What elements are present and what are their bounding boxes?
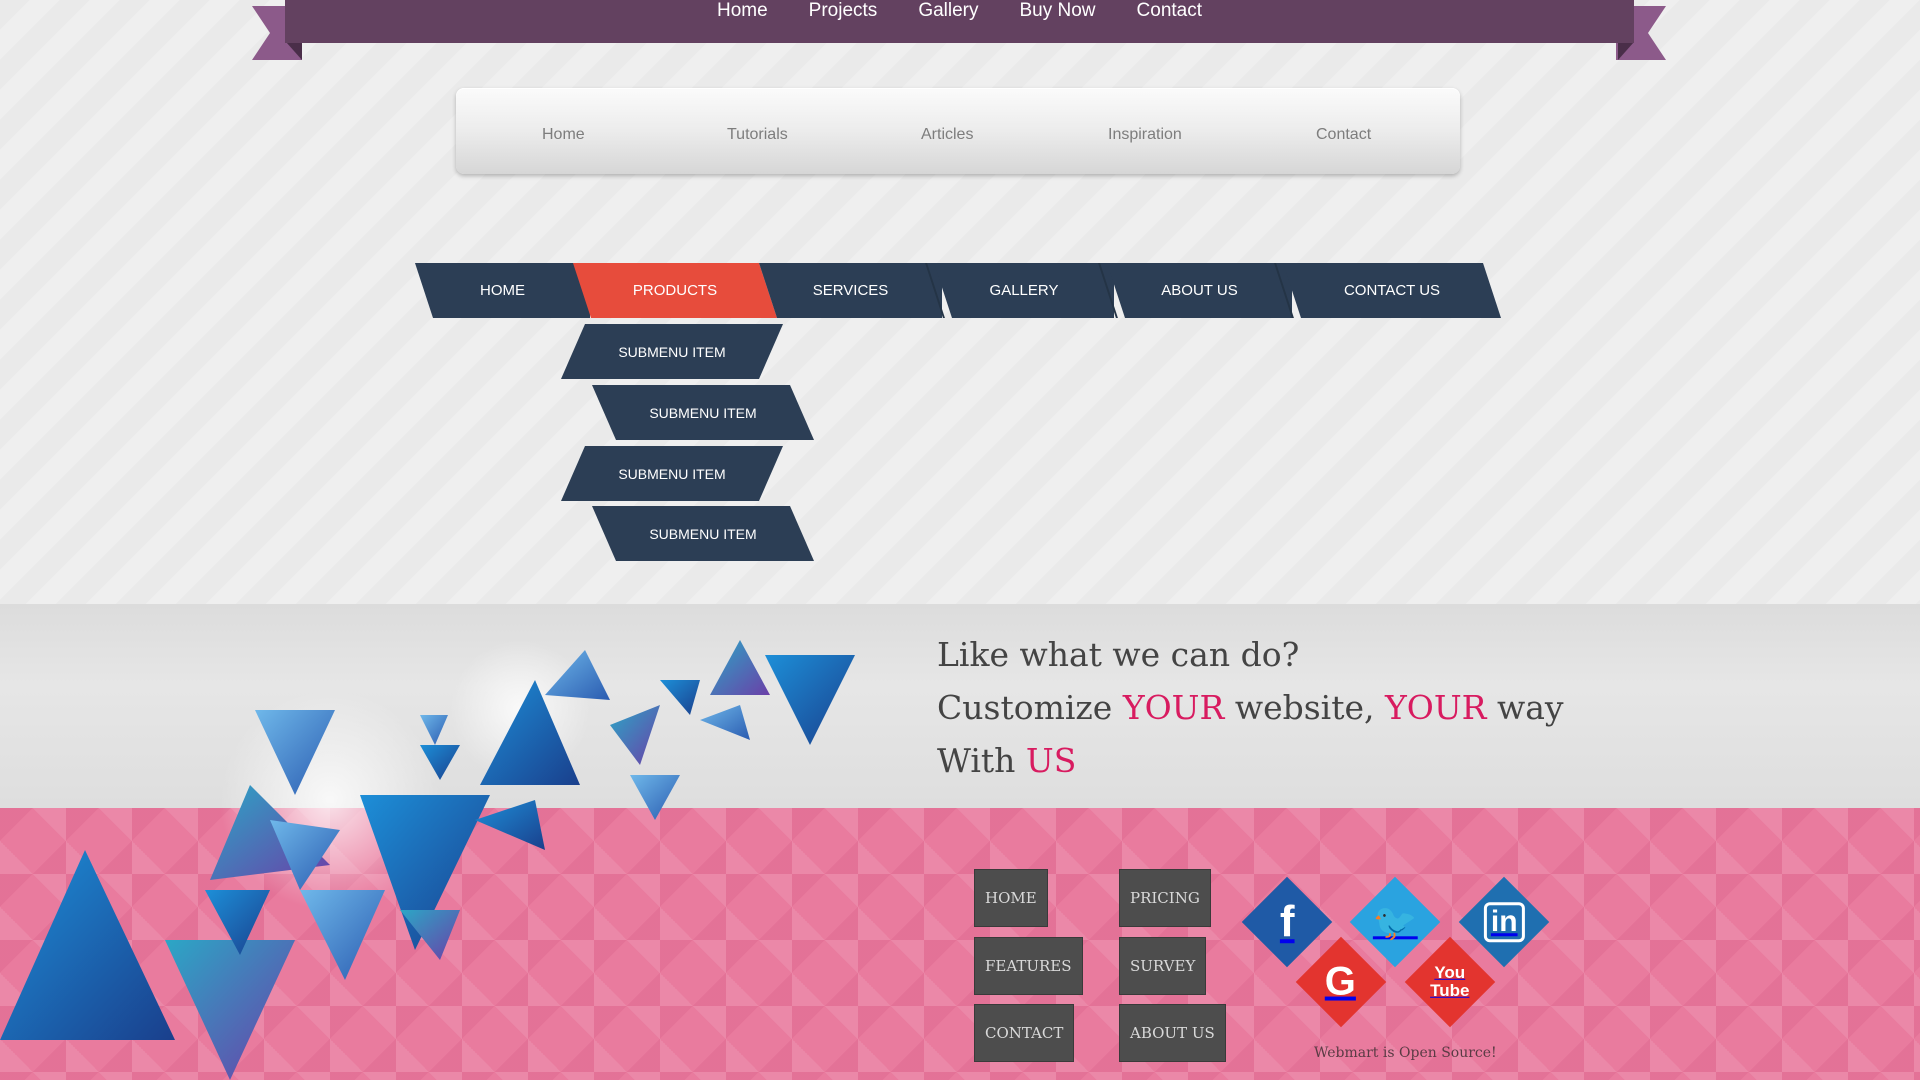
footer-link-pricing[interactable]: PRICING: [1119, 869, 1211, 927]
submenu-item[interactable]: SUBMENU ITEM: [592, 385, 814, 440]
slant-nav-gallery[interactable]: GALLERY: [934, 263, 1114, 318]
slant-nav-home[interactable]: HOME: [415, 263, 590, 318]
slant-nav: HOME PRODUCTS SERVICES GALLERY ABOUT US …: [415, 263, 1501, 318]
footer-link-contact[interactable]: CONTACT: [974, 1004, 1075, 1062]
gloss-nav-home[interactable]: Home: [542, 126, 585, 144]
slant-nav-contact-us[interactable]: CONTACT US: [1283, 263, 1501, 318]
footer-link-about-us[interactable]: ABOUT US: [1119, 1004, 1226, 1062]
footer-link-survey[interactable]: SURVEY: [1119, 937, 1207, 995]
gloss-nav-articles[interactable]: Articles: [921, 126, 973, 144]
ribbon-nav-projects[interactable]: Projects: [809, 0, 878, 22]
submenu-item[interactable]: SUBMENU ITEM: [592, 506, 814, 561]
ribbon-nav: Home Projects Gallery Buy Now Contact: [285, 0, 1634, 43]
submenu-item[interactable]: SUBMENU ITEM: [561, 324, 783, 379]
gloss-nav-contact[interactable]: Contact: [1316, 126, 1371, 144]
promo-line-2: Customize YOUR website, YOUR way: [937, 688, 1564, 727]
triangle-artwork: [0, 640, 855, 1080]
footer-link-home[interactable]: HOME: [974, 869, 1048, 927]
promo-line-3: With US: [937, 741, 1077, 780]
gloss-nav-tutorials[interactable]: Tutorials: [727, 126, 788, 144]
slant-nav-about-us[interactable]: ABOUT US: [1107, 263, 1292, 318]
promo-text: Like what we can do? Customize YOUR webs…: [937, 628, 1564, 787]
footer-link-features[interactable]: FEATURES: [974, 937, 1083, 995]
gloss-nav: Home Tutorials Articles Inspiration Cont…: [456, 88, 1460, 174]
ribbon-nav-buy-now[interactable]: Buy Now: [1020, 0, 1096, 22]
submenu-item[interactable]: SUBMENU ITEM: [561, 446, 783, 501]
ribbon-nav-home[interactable]: Home: [717, 0, 768, 22]
promo-line-1: Like what we can do?: [937, 635, 1300, 674]
ribbon-nav-contact[interactable]: Contact: [1137, 0, 1202, 22]
gloss-nav-inspiration[interactable]: Inspiration: [1108, 126, 1182, 144]
ribbon-nav-gallery[interactable]: Gallery: [918, 0, 978, 22]
slant-nav-services[interactable]: SERVICES: [759, 263, 942, 318]
open-source-tagline: Webmart is Open Source!: [1314, 1045, 1497, 1061]
slant-nav-products[interactable]: PRODUCTS: [573, 263, 777, 318]
